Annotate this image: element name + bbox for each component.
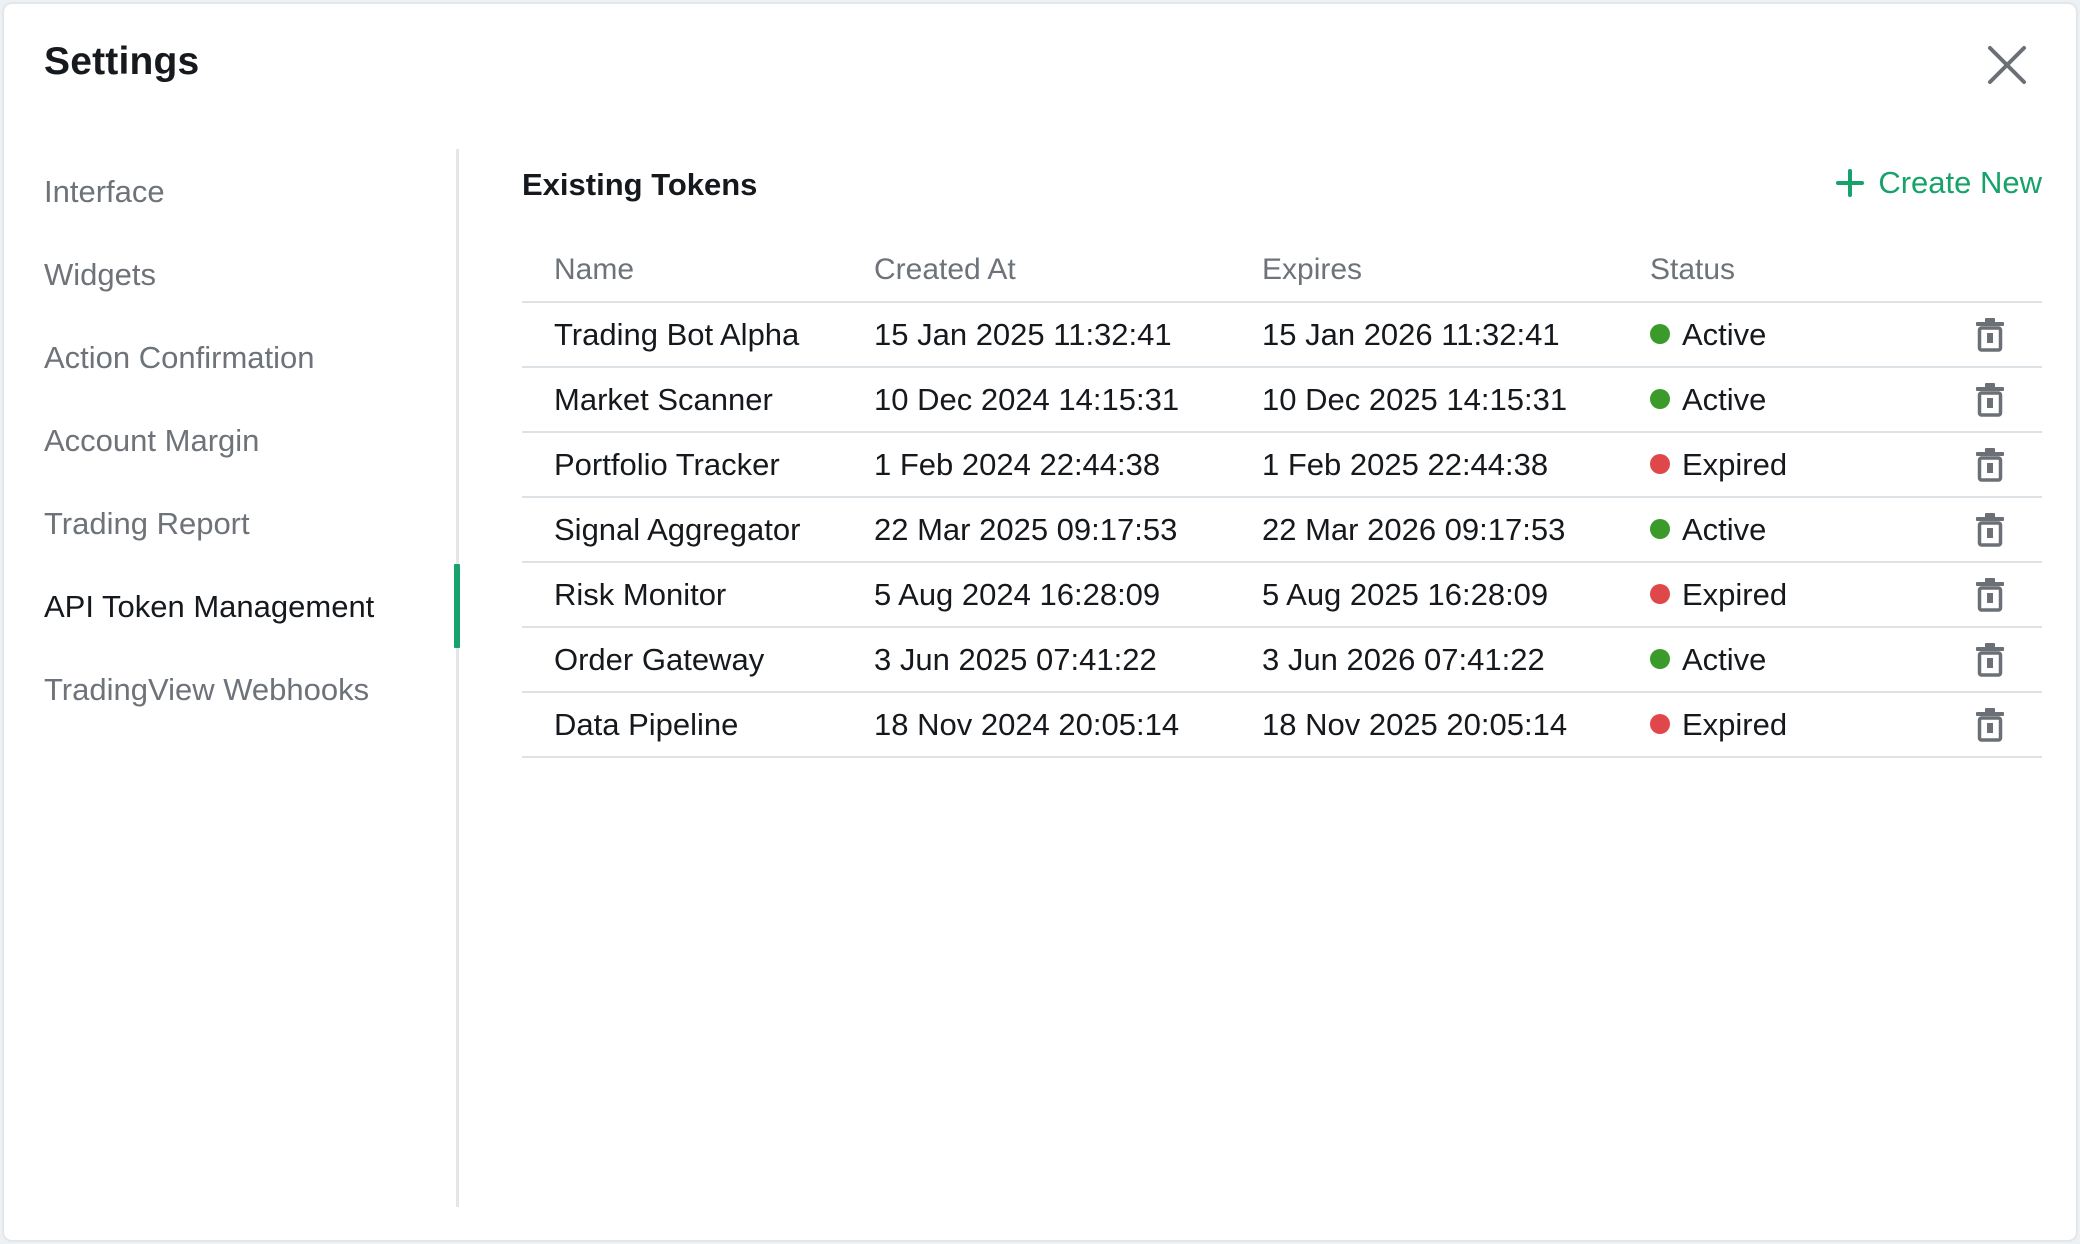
delete-token-button[interactable]	[1972, 642, 2008, 678]
status-dot-icon	[1650, 518, 1670, 539]
status-dot-icon	[1650, 388, 1670, 409]
sidebar-item-interface[interactable]: Interface	[44, 164, 165, 220]
sidebar-item-account-margin[interactable]: Account Margin	[44, 413, 259, 469]
token-status: Expired	[1650, 433, 1787, 496]
delete-token-button[interactable]	[1972, 512, 2008, 548]
token-created: 18 Nov 2024 20:05:14	[874, 707, 1180, 742]
trash-icon	[1976, 578, 2004, 612]
close-icon	[1988, 46, 2026, 84]
status-dot-icon	[1650, 453, 1670, 474]
table-row: Trading Bot Alpha 15 Jan 2025 11:32:41 1…	[522, 303, 2042, 368]
token-name: Trading Bot Alpha	[554, 317, 800, 352]
section-title: Existing Tokens	[522, 167, 758, 202]
token-expires: 15 Jan 2026 11:32:41	[1262, 317, 1560, 352]
token-status: Active	[1650, 368, 1766, 431]
column-header-expires: Expires	[1262, 253, 1363, 286]
status-dot-icon	[1650, 648, 1670, 669]
token-status: Active	[1650, 628, 1766, 691]
status-label: Active	[1682, 382, 1767, 417]
token-expires: 1 Feb 2025 22:44:38	[1262, 447, 1549, 482]
table-row: Order Gateway 3 Jun 2025 07:41:22 3 Jun …	[522, 628, 2042, 693]
trash-icon	[1976, 513, 2004, 547]
table-row: Data Pipeline 18 Nov 2024 20:05:14 18 No…	[522, 693, 2042, 758]
token-created: 10 Dec 2024 14:15:31	[874, 382, 1180, 417]
token-expires: 18 Nov 2025 20:05:14	[1262, 707, 1568, 742]
settings-sidebar: Interface Widgets Action Confirmation Ac…	[4, 149, 460, 1207]
delete-token-button[interactable]	[1972, 707, 2008, 743]
table-row: Portfolio Tracker 1 Feb 2024 22:44:38 1 …	[522, 433, 2042, 498]
status-label: Expired	[1682, 577, 1788, 612]
delete-token-button[interactable]	[1972, 447, 2008, 483]
column-header-status: Status	[1650, 253, 1736, 286]
status-dot-icon	[1650, 583, 1670, 604]
table-row: Risk Monitor 5 Aug 2024 16:28:09 5 Aug 2…	[522, 563, 2042, 628]
sidebar-item-tradingview-webhooks[interactable]: TradingView Webhooks	[44, 662, 369, 718]
token-expires: 22 Mar 2026 09:17:53	[1262, 512, 1566, 547]
status-dot-icon	[1650, 323, 1670, 344]
token-status: Active	[1650, 303, 1766, 366]
trash-icon	[1976, 448, 2004, 482]
status-label: Expired	[1682, 447, 1788, 482]
status-label: Expired	[1682, 707, 1788, 742]
token-status: Expired	[1650, 693, 1787, 756]
plus-icon	[1836, 169, 1865, 197]
table-header: Name Created At Expires Status	[522, 239, 2042, 303]
table-row: Market Scanner 10 Dec 2024 14:15:31 10 D…	[522, 368, 2042, 433]
token-status: Expired	[1650, 563, 1787, 626]
token-created: 1 Feb 2024 22:44:38	[874, 447, 1161, 482]
token-name: Data Pipeline	[554, 707, 739, 742]
sidebar-active-indicator	[454, 564, 460, 648]
create-new-button[interactable]: Create New	[1836, 165, 2042, 201]
sidebar-item-api-token-management[interactable]: API Token Management	[44, 579, 374, 635]
token-expires: 3 Jun 2026 07:41:22	[1262, 642, 1545, 677]
token-name: Market Scanner	[554, 382, 773, 417]
token-created: 3 Jun 2025 07:41:22	[874, 642, 1157, 677]
delete-token-button[interactable]	[1972, 577, 2008, 613]
delete-token-button[interactable]	[1972, 382, 2008, 418]
dialog-title: Settings	[44, 40, 200, 83]
trash-icon	[1976, 383, 2004, 417]
token-expires: 5 Aug 2025 16:28:09	[1262, 577, 1549, 612]
token-name: Portfolio Tracker	[554, 447, 780, 482]
token-status: Active	[1650, 498, 1766, 561]
create-new-label: Create New	[1878, 165, 2042, 200]
sidebar-item-widgets[interactable]: Widgets	[44, 247, 156, 303]
column-header-created: Created At	[874, 253, 1016, 286]
token-name: Order Gateway	[554, 642, 765, 677]
token-name: Risk Monitor	[554, 577, 727, 612]
delete-token-button[interactable]	[1972, 317, 2008, 353]
column-header-name: Name	[554, 253, 635, 286]
status-label: Active	[1682, 512, 1767, 547]
trash-icon	[1976, 318, 2004, 352]
status-dot-icon	[1650, 713, 1670, 734]
trash-icon	[1976, 708, 2004, 742]
status-label: Active	[1682, 642, 1767, 677]
token-created: 15 Jan 2025 11:32:41	[874, 317, 1172, 352]
table-row: Signal Aggregator 22 Mar 2025 09:17:53 2…	[522, 498, 2042, 563]
status-label: Active	[1682, 317, 1767, 352]
sidebar-item-action-confirmation[interactable]: Action Confirmation	[44, 330, 315, 386]
settings-dialog: Settings Interface Widgets Action Confir…	[2, 2, 2078, 1242]
token-created: 5 Aug 2024 16:28:09	[874, 577, 1161, 612]
close-button[interactable]	[1984, 42, 2030, 88]
tokens-table: Name Created At Expires Status Trading B…	[522, 239, 2042, 758]
sidebar-item-trading-report[interactable]: Trading Report	[44, 496, 250, 552]
token-created: 22 Mar 2025 09:17:53	[874, 512, 1178, 547]
trash-icon	[1976, 643, 2004, 677]
token-name: Signal Aggregator	[554, 512, 801, 547]
sidebar-divider	[456, 149, 459, 1207]
token-expires: 10 Dec 2025 14:15:31	[1262, 382, 1568, 417]
